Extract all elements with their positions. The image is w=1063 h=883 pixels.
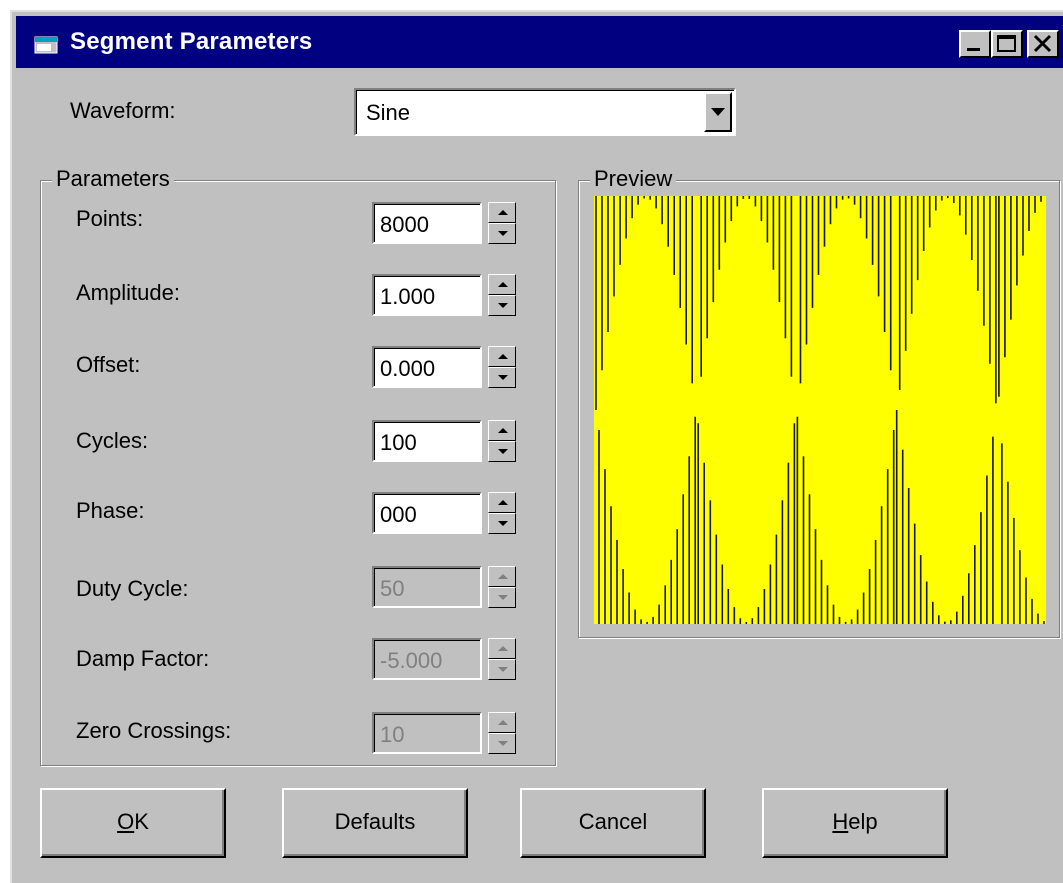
title-bar[interactable]: Segment Parameters xyxy=(16,16,1063,68)
damp-factor-spinner xyxy=(488,638,516,680)
zero-crossings-input: 10 xyxy=(372,712,482,754)
ok-button[interactable]: OK xyxy=(40,788,226,858)
amplitude-spinner[interactable] xyxy=(488,274,516,316)
close-icon xyxy=(1033,34,1052,53)
cycles-spin-up[interactable] xyxy=(488,420,516,441)
offset-spin-down[interactable] xyxy=(488,367,516,388)
zero-crossings-spin-up xyxy=(488,712,516,733)
damp-factor-label: Damp Factor: xyxy=(76,646,210,671)
offset-label: Offset: xyxy=(76,352,141,377)
waveform-preview-plot xyxy=(595,196,1045,624)
phase-spinner[interactable] xyxy=(488,492,516,534)
phase-label: Phase: xyxy=(76,498,145,523)
maximize-icon xyxy=(997,35,1016,52)
maximize-button[interactable] xyxy=(991,30,1023,58)
waveform-preview xyxy=(594,196,1046,624)
duty-cycle-spinner xyxy=(488,566,516,608)
damp-factor-spin-down xyxy=(488,659,516,680)
duty-cycle-spin-down xyxy=(488,587,516,608)
cancel-button[interactable]: Cancel xyxy=(520,788,706,858)
waveform-value: Sine xyxy=(366,100,411,125)
zero-crossings-spinner xyxy=(488,712,516,754)
offset-spin-up[interactable] xyxy=(488,346,516,367)
cycles-label: Cycles: xyxy=(76,428,149,453)
amplitude-spin-down[interactable] xyxy=(488,295,516,316)
cycles-input[interactable]: 100 xyxy=(372,420,482,462)
duty-cycle-label: Duty Cycle: xyxy=(76,576,189,601)
points-spinner[interactable] xyxy=(488,202,516,244)
points-input[interactable]: 8000 xyxy=(372,202,482,244)
duty-cycle-input: 50 xyxy=(372,566,482,608)
phase-input[interactable]: 000 xyxy=(372,492,482,534)
duty-cycle-spin-up xyxy=(488,566,516,587)
waveform-select[interactable]: Sine xyxy=(354,88,736,136)
cycles-spin-down[interactable] xyxy=(488,441,516,462)
amplitude-label: Amplitude: xyxy=(76,280,180,305)
app-window-icon xyxy=(34,36,58,54)
minimize-icon xyxy=(967,48,980,51)
segment-parameters-dialog: Segment Parameters Waveform: Sine Parame… xyxy=(10,10,1063,883)
phase-spin-down[interactable] xyxy=(488,513,516,534)
points-spin-down[interactable] xyxy=(488,223,516,244)
amplitude-input[interactable]: 1.000 xyxy=(372,274,482,316)
points-label: Points: xyxy=(76,206,144,231)
waveform-dropdown-button[interactable] xyxy=(704,92,732,132)
defaults-button[interactable]: Defaults xyxy=(282,788,468,858)
help-button[interactable]: Help xyxy=(762,788,948,858)
waveform-label: Waveform: xyxy=(70,98,176,123)
cycles-spinner[interactable] xyxy=(488,420,516,462)
phase-spin-up[interactable] xyxy=(488,492,516,513)
parameters-group-title: Parameters xyxy=(52,166,174,192)
amplitude-spin-up[interactable] xyxy=(488,274,516,295)
minimize-button[interactable] xyxy=(959,30,991,58)
chevron-down-icon xyxy=(711,108,725,116)
offset-spinner[interactable] xyxy=(488,346,516,388)
zero-crossings-label: Zero Crossings: xyxy=(76,718,232,743)
window-title: Segment Parameters xyxy=(70,28,313,55)
close-button[interactable] xyxy=(1027,30,1059,58)
preview-group-title: Preview xyxy=(590,166,677,192)
damp-factor-spin-up xyxy=(488,638,516,659)
offset-input[interactable]: 0.000 xyxy=(372,346,482,388)
zero-crossings-spin-down xyxy=(488,733,516,754)
damp-factor-input: -5.000 xyxy=(372,638,482,680)
points-spin-up[interactable] xyxy=(488,202,516,223)
